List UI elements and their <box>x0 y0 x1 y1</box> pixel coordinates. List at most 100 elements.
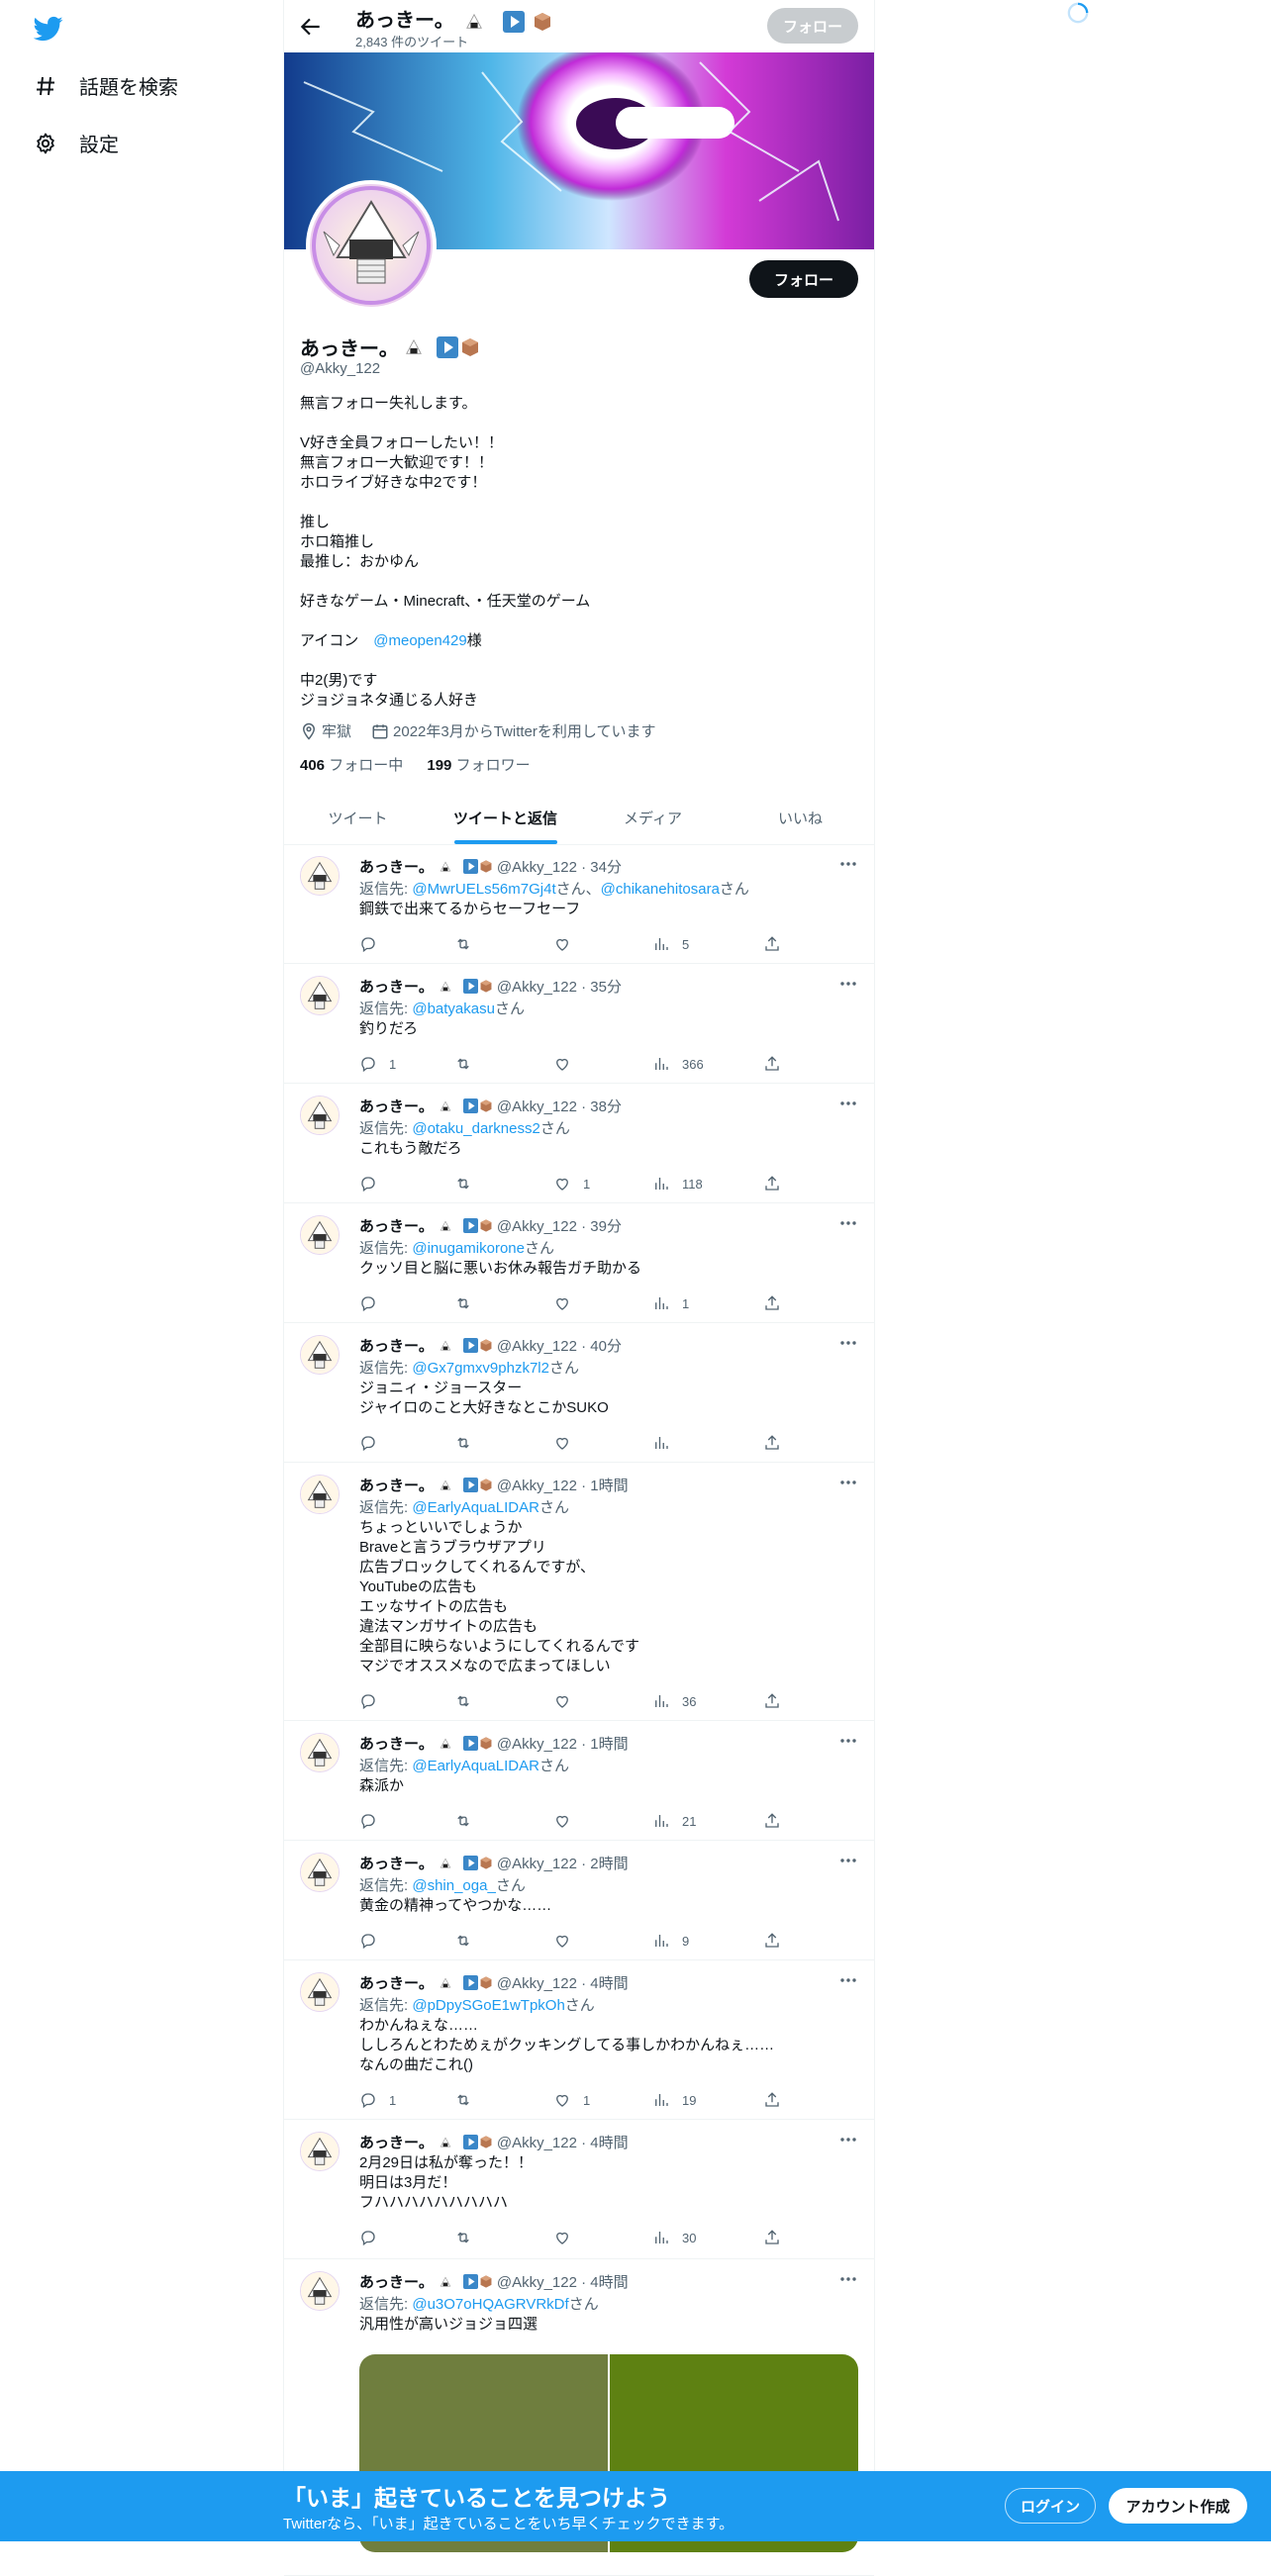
mention-link[interactable]: @EarlyAquaLIDAR <box>412 1758 539 1774</box>
tweet-handle-time[interactable]: @Akky_122 · 35分 <box>497 976 622 997</box>
more-options-icon[interactable] <box>838 1213 858 1233</box>
mention-link[interactable]: @inugamikorone <box>412 1240 525 1257</box>
tab-tweets-and-replies[interactable]: ツイートと返信 <box>432 792 579 844</box>
more-options-icon[interactable] <box>838 2130 858 2149</box>
retweet-button[interactable] <box>454 935 484 953</box>
tweet-author-name[interactable]: あっきー。 <box>359 856 434 877</box>
tweet-avatar[interactable] <box>300 1096 340 1135</box>
views-button[interactable]: 36 <box>652 1692 696 1710</box>
tweet-avatar[interactable] <box>300 856 340 896</box>
twitter-logo-icon[interactable] <box>34 14 63 44</box>
reply-button[interactable] <box>359 1692 389 1710</box>
views-button[interactable]: 1 <box>652 1294 689 1312</box>
tweet-handle-time[interactable]: @Akky_122 · 38分 <box>497 1096 622 1116</box>
more-options-icon[interactable] <box>838 2269 858 2289</box>
tweet[interactable]: あっきー。 @Akky_122 · 1時間 返信先: @EarlyAquaLIDAR… <box>284 1721 874 1841</box>
share-button[interactable] <box>763 1692 781 1710</box>
retweet-button[interactable] <box>454 1692 484 1710</box>
views-button[interactable]: 5 <box>652 935 689 953</box>
share-button[interactable] <box>763 1294 781 1312</box>
tweet-author-name[interactable]: あっきー。 <box>359 1335 434 1356</box>
tweet[interactable]: あっきー。 @Akky_122 · 2時間 返信先: @shin_oga_さん 黄金の… <box>284 1841 874 1960</box>
retweet-button[interactable] <box>454 1294 484 1312</box>
tweet-handle-time[interactable]: @Akky_122 · 40分 <box>497 1335 622 1356</box>
more-options-icon[interactable] <box>838 1094 858 1113</box>
tweet-author-name[interactable]: あっきー。 <box>359 1215 434 1236</box>
header-follow-button[interactable]: フォロー <box>767 8 858 44</box>
share-button[interactable] <box>763 1055 781 1073</box>
tab-tweets[interactable]: ツイート <box>284 792 432 844</box>
reply-button[interactable] <box>359 935 389 953</box>
more-options-icon[interactable] <box>838 1970 858 1990</box>
sidebar-item-settings[interactable]: 設定 <box>34 129 119 157</box>
like-button[interactable] <box>553 1434 583 1452</box>
like-button[interactable] <box>553 1055 583 1073</box>
share-button[interactable] <box>763 935 781 953</box>
views-button[interactable]: 19 <box>652 2091 696 2109</box>
reply-button[interactable] <box>359 1434 389 1452</box>
tweet[interactable]: あっきー。 @Akky_122 · 4時間 返信先: @pDpySGoE1wTpkO… <box>284 1960 874 2120</box>
views-button[interactable]: 366 <box>652 1055 704 1073</box>
tweet-handle-time[interactable]: @Akky_122 · 4時間 <box>497 1972 629 1993</box>
mention-link[interactable]: @Gx7gmxv9phzk7l2 <box>412 1360 549 1377</box>
retweet-button[interactable] <box>454 1175 484 1193</box>
like-button[interactable] <box>553 935 583 953</box>
more-options-icon[interactable] <box>838 974 858 994</box>
tweet-avatar[interactable] <box>300 1853 340 1892</box>
tweet-avatar[interactable] <box>300 1215 340 1255</box>
tweet-handle-time[interactable]: @Akky_122 · 4時間 <box>497 2132 629 2152</box>
more-options-icon[interactable] <box>838 1333 858 1353</box>
share-button[interactable] <box>763 1175 781 1193</box>
signup-button[interactable]: アカウント作成 <box>1109 2488 1247 2524</box>
retweet-button[interactable] <box>454 1932 484 1950</box>
tweet[interactable]: あっきー。 @Akky_122 · 38分 返信先: @otaku_darkness… <box>284 1084 874 1203</box>
share-button[interactable] <box>763 1932 781 1950</box>
views-button[interactable]: 30 <box>652 2229 696 2246</box>
reply-button[interactable] <box>359 1812 389 1830</box>
mention-link[interactable]: @u3O7oHQAGRVRkDf <box>412 2296 568 2313</box>
reply-button[interactable] <box>359 1294 389 1312</box>
tweet-avatar[interactable] <box>300 1335 340 1375</box>
tweet-handle-time[interactable]: @Akky_122 · 34分 <box>497 856 622 877</box>
login-button[interactable]: ログイン <box>1005 2488 1096 2524</box>
views-button[interactable] <box>652 1434 682 1452</box>
like-button[interactable]: 1 <box>553 1175 590 1193</box>
like-button[interactable] <box>553 2229 583 2246</box>
more-options-icon[interactable] <box>838 1473 858 1492</box>
tweet-avatar[interactable] <box>300 2271 340 2311</box>
more-options-icon[interactable] <box>838 1851 858 1870</box>
tweet-handle-time[interactable]: @Akky_122 · 39分 <box>497 1215 622 1236</box>
views-button[interactable]: 21 <box>652 1812 696 1830</box>
tweet-author-name[interactable]: あっきー。 <box>359 2132 434 2152</box>
retweet-button[interactable] <box>454 2091 484 2109</box>
tweet-author-name[interactable]: あっきー。 <box>359 1853 434 1873</box>
tweet-avatar[interactable] <box>300 2132 340 2171</box>
views-button[interactable]: 9 <box>652 1932 689 1950</box>
share-button[interactable] <box>763 1434 781 1452</box>
back-arrow-icon[interactable] <box>298 14 324 40</box>
tweet-avatar[interactable] <box>300 1733 340 1772</box>
follow-button[interactable]: フォロー <box>749 260 858 298</box>
tweet-handle-time[interactable]: @Akky_122 · 1時間 <box>497 1475 629 1495</box>
views-button[interactable]: 118 <box>652 1175 703 1193</box>
share-button[interactable] <box>763 1812 781 1830</box>
sidebar-item-explore[interactable]: 話題を検索 <box>34 71 178 100</box>
following-link[interactable]: 406 フォロー中 <box>300 757 403 774</box>
retweet-button[interactable] <box>454 1055 484 1073</box>
more-options-icon[interactable] <box>838 854 858 874</box>
profile-avatar[interactable] <box>306 180 437 311</box>
mention-link[interactable]: @MwrUELs56m7Gj4t <box>412 881 555 898</box>
like-button[interactable] <box>553 1812 583 1830</box>
mention-link[interactable]: @otaku_darkness2 <box>412 1120 539 1137</box>
tweet-handle-time[interactable]: @Akky_122 · 4時間 <box>497 2271 629 2292</box>
reply-button[interactable] <box>359 1175 389 1193</box>
tweet[interactable]: あっきー。 @Akky_122 · 34分 返信先: @MwrUELs56m7Gj4… <box>284 844 874 964</box>
tweet-avatar[interactable] <box>300 1972 340 2012</box>
followers-link[interactable]: 199 フォロワー <box>427 757 530 774</box>
tweet[interactable]: あっきー。 @Akky_122 · 39分 返信先: @inugamikoroneさ… <box>284 1203 874 1323</box>
like-button[interactable] <box>553 1692 583 1710</box>
tweet[interactable]: あっきー。 @Akky_122 · 4時間 2月29日は私が奪った！！ 明日は3月だ！… <box>284 2120 874 2259</box>
tweet-author-name[interactable]: あっきー。 <box>359 1733 434 1754</box>
mention-link[interactable]: @meopen429 <box>373 632 466 649</box>
tab-media[interactable]: メディア <box>579 792 727 844</box>
